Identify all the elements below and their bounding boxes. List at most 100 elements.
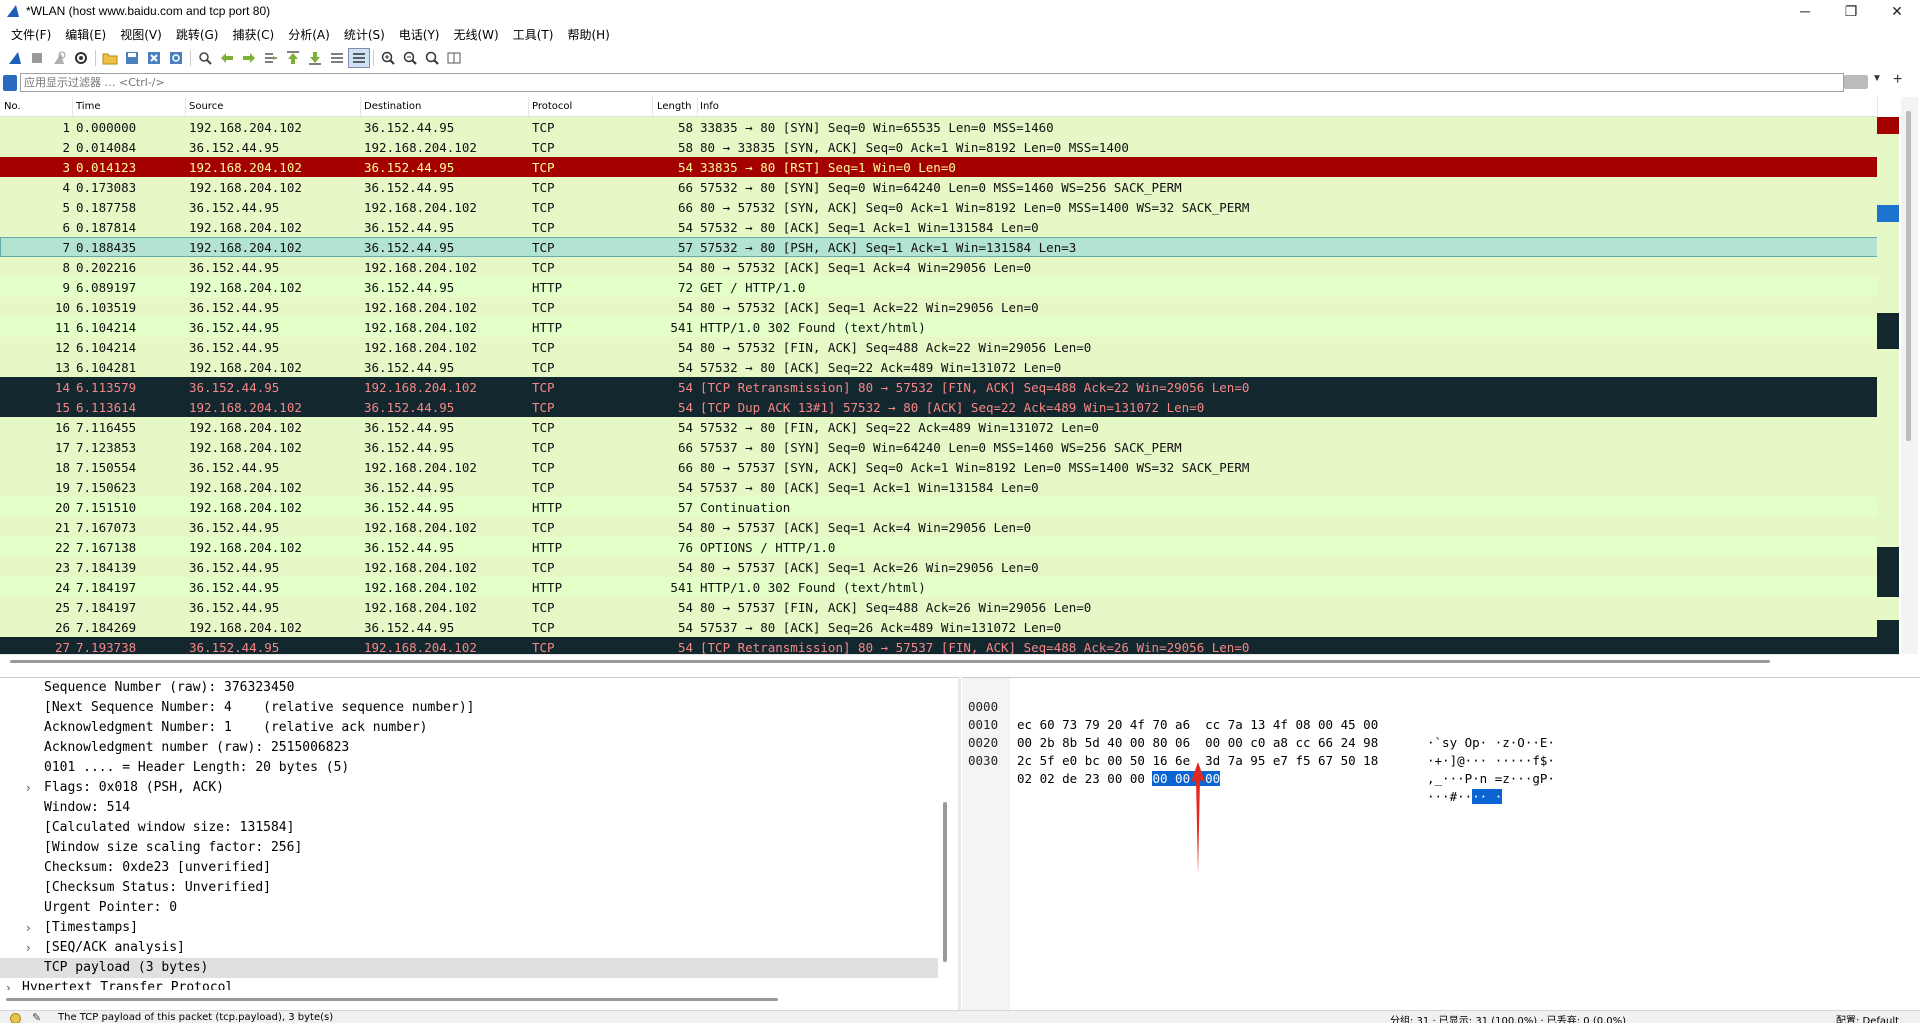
packet-row[interactable]: 6 0.187814 192.168.204.102 36.152.44.95 TCP 5… bbox=[0, 217, 1878, 237]
packet-row[interactable]: 2 0.014084 36.152.44.95 192.168.204.102 TCP 5… bbox=[0, 137, 1878, 157]
close-file-icon[interactable] bbox=[143, 48, 165, 68]
details-tree-field[interactable]: [Checksum Status: Unverified] bbox=[0, 878, 958, 898]
packet-list-vscrollbar[interactable] bbox=[1901, 97, 1918, 654]
column-header-destination[interactable]: Destination bbox=[361, 97, 529, 117]
details-tree-field[interactable]: Window: 514 bbox=[0, 798, 958, 818]
menu-analyze[interactable]: 分析(A) bbox=[281, 26, 337, 43]
details-tree-node[interactable]: › [Timestamps] bbox=[0, 918, 958, 938]
bytes-row[interactable]: 0030 02 02 de 23 00 00 00 00 00 ···#····… bbox=[962, 734, 1503, 804]
menu-help[interactable]: 帮助(H) bbox=[560, 26, 616, 43]
back-arrow-icon[interactable] bbox=[216, 48, 238, 68]
details-tree-node[interactable]: › Flags: 0x018 (PSH, ACK) bbox=[0, 778, 958, 798]
menu-wireless[interactable]: 无线(W) bbox=[447, 26, 506, 43]
menu-capture[interactable]: 捕获(C) bbox=[225, 26, 281, 43]
details-hscroll-thumb[interactable] bbox=[6, 998, 778, 1001]
expand-chevron-icon[interactable]: › bbox=[26, 778, 31, 798]
bookmark-icon[interactable] bbox=[3, 75, 17, 91]
details-tree-field[interactable]: TCP payload (3 bytes) bbox=[0, 958, 938, 978]
gear-options-icon[interactable] bbox=[70, 48, 92, 68]
autoscroll-icon[interactable] bbox=[326, 48, 348, 68]
forward-arrow-icon[interactable] bbox=[238, 48, 260, 68]
details-tree-field[interactable]: [Window size scaling factor: 256] bbox=[0, 838, 958, 858]
expand-chevron-icon[interactable]: › bbox=[26, 938, 31, 958]
details-tree-field[interactable]: Checksum: 0xde23 [unverified] bbox=[0, 858, 958, 878]
profile-indicator[interactable]: 配置: Default bbox=[1836, 1012, 1899, 1023]
column-header-time[interactable]: Time bbox=[73, 97, 186, 117]
scroll-thumb[interactable] bbox=[10, 660, 1770, 663]
packet-row[interactable]: 13 6.104281 192.168.204.102 36.152.44.95 TCP… bbox=[0, 357, 1878, 377]
reload-icon[interactable] bbox=[165, 48, 187, 68]
menu-edit[interactable]: 编辑(E) bbox=[58, 26, 113, 43]
details-vscroll-thumb[interactable] bbox=[943, 802, 947, 962]
packet-row[interactable]: 25 7.184197 36.152.44.95 192.168.204.102 TCP… bbox=[0, 597, 1878, 617]
save-file-icon[interactable] bbox=[121, 48, 143, 68]
go-to-packet-icon[interactable] bbox=[260, 48, 282, 68]
expert-info-led-icon[interactable] bbox=[10, 1013, 21, 1023]
column-header-protocol[interactable]: Protocol bbox=[529, 97, 653, 117]
zoom-in-icon[interactable] bbox=[377, 48, 399, 68]
details-tree-node[interactable]: › [SEQ/ACK analysis] bbox=[0, 938, 958, 958]
column-header-info[interactable]: Info bbox=[698, 97, 1878, 117]
packet-row[interactable]: 23 7.184139 36.152.44.95 192.168.204.102 TCP… bbox=[0, 557, 1878, 577]
pane-splitter[interactable] bbox=[958, 677, 961, 1010]
bytes-row[interactable]: 0000 ec 60 73 79 20 4f 70 a6 cc 7a 13 4f… bbox=[962, 680, 1555, 750]
details-tree-field[interactable]: [Calculated window size: 131584] bbox=[0, 818, 958, 838]
details-tree-node[interactable]: › Hypertext Transfer Protocol bbox=[0, 978, 958, 990]
zoom-out-icon[interactable] bbox=[399, 48, 421, 68]
packet-row[interactable]: 5 0.187758 36.152.44.95 192.168.204.102 TCP 6… bbox=[0, 197, 1878, 217]
packet-row[interactable]: 16 7.116455 192.168.204.102 36.152.44.95 TCP… bbox=[0, 417, 1878, 437]
close-button[interactable]: ✕ bbox=[1874, 0, 1920, 22]
shark-fin-start-icon[interactable] bbox=[4, 48, 26, 68]
packet-row[interactable]: 27 7.193738 36.152.44.95 192.168.204.102 TCP… bbox=[0, 637, 1878, 654]
column-header-length[interactable]: Length bbox=[653, 97, 698, 117]
open-folder-icon[interactable] bbox=[99, 48, 121, 68]
column-header-source[interactable]: Source bbox=[186, 97, 361, 117]
packet-row[interactable]: 3 0.014123 192.168.204.102 36.152.44.95 TCP 5… bbox=[0, 157, 1878, 177]
packet-row[interactable]: 4 0.173083 192.168.204.102 36.152.44.95 TCP 6… bbox=[0, 177, 1878, 197]
packet-row[interactable]: 15 6.113614 192.168.204.102 36.152.44.95 TCP… bbox=[0, 397, 1878, 417]
details-tree-field[interactable]: 0101 .... = Header Length: 20 bytes (5) bbox=[0, 758, 958, 778]
colorize-icon[interactable] bbox=[348, 48, 370, 68]
details-tree-field[interactable]: Sequence Number (raw): 376323450 bbox=[0, 678, 958, 698]
details-tree-field[interactable]: [Next Sequence Number: 4 (relative seque… bbox=[0, 698, 958, 718]
scroll-thumb[interactable] bbox=[1906, 111, 1911, 441]
minimize-button[interactable]: ─ bbox=[1782, 0, 1828, 22]
packet-row[interactable]: 17 7.123853 192.168.204.102 36.152.44.95 TCP… bbox=[0, 437, 1878, 457]
filter-history-dropdown-icon[interactable]: ▼ bbox=[1872, 73, 1882, 84]
details-tree-field[interactable]: Acknowledgment number (raw): 2515006823 bbox=[0, 738, 958, 758]
menu-statistics[interactable]: 统计(S) bbox=[337, 26, 392, 43]
packet-row[interactable]: 12 6.104214 36.152.44.95 192.168.204.102 TCP… bbox=[0, 337, 1878, 357]
details-tree-field[interactable]: Acknowledgment Number: 1 (relative ack n… bbox=[0, 718, 958, 738]
packet-row[interactable]: 26 7.184269 192.168.204.102 36.152.44.95 TCP… bbox=[0, 617, 1878, 637]
find-icon[interactable] bbox=[194, 48, 216, 68]
add-filter-button-icon[interactable]: + bbox=[1893, 71, 1902, 89]
last-packet-icon[interactable] bbox=[304, 48, 326, 68]
details-tree-field[interactable]: Urgent Pointer: 0 bbox=[0, 898, 958, 918]
packet-row[interactable]: 22 7.167138 192.168.204.102 36.152.44.95 HTT… bbox=[0, 537, 1878, 557]
packet-row[interactable]: 18 7.150554 36.152.44.95 192.168.204.102 TCP… bbox=[0, 457, 1878, 477]
packet-row[interactable]: 7 0.188435 192.168.204.102 36.152.44.95 TCP 5… bbox=[0, 237, 1878, 257]
packet-row[interactable]: 9 6.089197 192.168.204.102 36.152.44.95 HTTP… bbox=[0, 277, 1878, 297]
packet-row[interactable]: 1 0.000000 192.168.204.102 36.152.44.95 TCP 5… bbox=[0, 117, 1878, 137]
menu-telephony[interactable]: 电话(Y) bbox=[392, 26, 447, 43]
bytes-row[interactable]: 0020 2c 5f e0 bc 00 50 16 6e 3d 7a 95 e7… bbox=[962, 716, 1555, 786]
stop-square-icon[interactable] bbox=[26, 48, 48, 68]
menu-tools[interactable]: 工具(T) bbox=[506, 26, 561, 43]
apply-filter-arrow-icon[interactable] bbox=[1844, 75, 1868, 89]
packet-list-hscrollbar[interactable] bbox=[0, 654, 1900, 666]
normal-size-icon[interactable] bbox=[421, 48, 443, 68]
packet-row[interactable]: 11 6.104214 36.152.44.95 192.168.204.102 HTT… bbox=[0, 317, 1878, 337]
packet-row[interactable]: 8 0.202216 36.152.44.95 192.168.204.102 TCP 5… bbox=[0, 257, 1878, 277]
display-filter-input[interactable] bbox=[20, 73, 1844, 92]
bytes-row[interactable]: 0010 00 2b 8b 5d 40 00 80 06 00 00 c0 a8… bbox=[962, 698, 1555, 768]
restart-fin-icon[interactable] bbox=[48, 48, 70, 68]
packet-row[interactable]: 10 6.103519 36.152.44.95 192.168.204.102 TCP… bbox=[0, 297, 1878, 317]
packet-minimap[interactable] bbox=[1877, 117, 1899, 654]
column-header-no[interactable]: No. bbox=[0, 97, 73, 117]
packet-row[interactable]: 14 6.113579 36.152.44.95 192.168.204.102 TCP… bbox=[0, 377, 1878, 397]
packet-row[interactable]: 21 7.167073 36.152.44.95 192.168.204.102 TCP… bbox=[0, 517, 1878, 537]
menu-view[interactable]: 视图(V) bbox=[113, 26, 169, 43]
packet-row[interactable]: 20 7.151510 192.168.204.102 36.152.44.95 HTT… bbox=[0, 497, 1878, 517]
packet-row[interactable]: 19 7.150623 192.168.204.102 36.152.44.95 TCP… bbox=[0, 477, 1878, 497]
menu-go[interactable]: 跳转(G) bbox=[169, 26, 226, 43]
